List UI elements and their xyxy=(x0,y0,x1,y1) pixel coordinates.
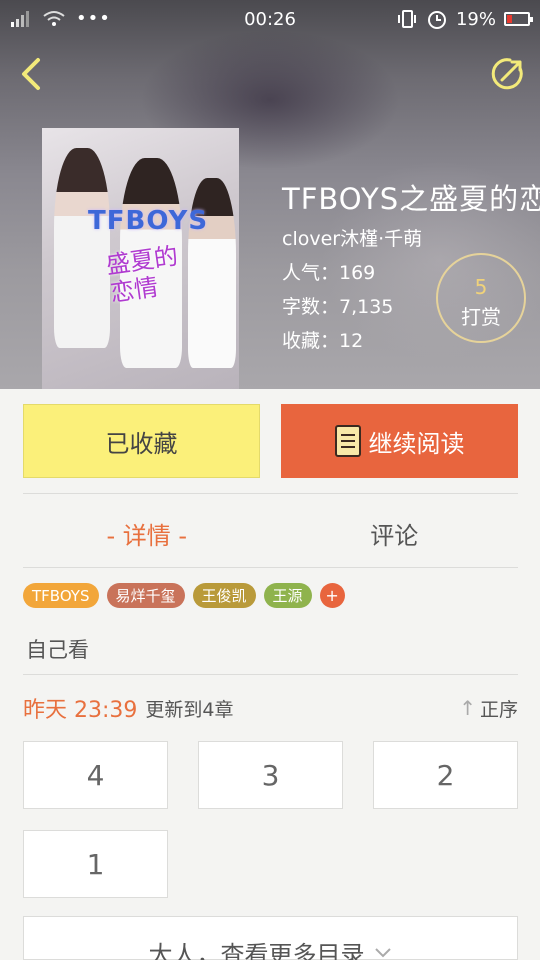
detail-tabs: - 详情 - 评论 xyxy=(23,500,518,566)
divider xyxy=(23,493,518,494)
favorited-button[interactable]: 已收藏 xyxy=(23,404,260,478)
favorites-count: 收藏：12 xyxy=(282,330,364,352)
tag-yiyangqianxi[interactable]: 易烊千玺 xyxy=(106,583,185,608)
tag-wangyuan[interactable]: 王源 xyxy=(263,583,312,608)
chevron-down-icon xyxy=(374,948,391,958)
update-info: 昨天 23:39 更新到4章 ↑ 正序 xyxy=(23,692,518,724)
tag-tfboys[interactable]: TFBOYS xyxy=(23,583,99,608)
battery-icon xyxy=(504,12,533,26)
add-tag-button[interactable]: + xyxy=(319,583,345,608)
more-chapters-label: 大人，查看更多目录 xyxy=(148,941,365,960)
popularity-count: 人气：169 xyxy=(282,262,376,284)
continue-reading-label: 继续阅读 xyxy=(368,429,465,458)
tip-count: 5 xyxy=(474,275,488,299)
tag-list: TFBOYS 易烊千玺 王俊凯 王源 + xyxy=(23,583,345,608)
cover-subtitle: 盛夏的恋情 xyxy=(104,241,180,308)
divider xyxy=(23,674,518,675)
vibrate-icon xyxy=(397,10,416,28)
cover-figure xyxy=(54,148,110,348)
arrow-up-icon: ↑ xyxy=(459,696,476,720)
chapter-button-2[interactable]: 2 xyxy=(373,741,518,809)
alarm-icon xyxy=(427,11,446,29)
continue-reading-button[interactable]: 继续阅读 xyxy=(281,404,518,478)
tip-button[interactable]: 5 打赏 xyxy=(436,253,526,343)
favorited-label: 已收藏 xyxy=(105,429,178,458)
tab-details[interactable]: - 详情 - xyxy=(23,500,271,566)
status-bar: ••• 00:26 19% xyxy=(0,0,540,38)
battery-percent: 19% xyxy=(455,8,496,30)
update-text: 更新到4章 xyxy=(145,698,234,721)
book-description: 自己看 xyxy=(26,638,89,662)
tab-comments[interactable]: 评论 xyxy=(271,500,519,566)
book-icon xyxy=(334,425,361,457)
book-title: TFBOYS之盛夏的恋 xyxy=(282,182,540,216)
book-header: ••• 00:26 19% TFBOYS 盛夏的恋情 TFBOYS之盛夏的恋 c… xyxy=(0,0,540,389)
sort-order-label: 正序 xyxy=(479,698,518,721)
word-count: 字数：7,135 xyxy=(282,296,394,318)
tag-wangjunkai[interactable]: 王俊凯 xyxy=(192,583,256,608)
update-time: 昨天 23:39 xyxy=(23,698,138,723)
author-name[interactable]: clover沐槿·千萌 xyxy=(282,222,422,256)
tip-label: 打赏 xyxy=(461,305,501,329)
chevron-left-icon[interactable] xyxy=(14,54,54,94)
chapter-button-1[interactable]: 1 xyxy=(23,830,168,898)
more-chapters-button[interactable]: 大人，查看更多目录 xyxy=(23,916,518,960)
chapter-button-4[interactable]: 4 xyxy=(23,741,168,809)
book-cover[interactable]: TFBOYS 盛夏的恋情 xyxy=(42,128,239,389)
book-meta: clover沐槿·千萌 人气：169 字数：7,135 收藏：12 xyxy=(282,222,422,358)
share-icon[interactable] xyxy=(488,54,528,94)
sort-order-button[interactable]: ↑ 正序 xyxy=(459,695,518,722)
cover-logo: TFBOYS xyxy=(88,206,209,236)
divider xyxy=(23,567,518,568)
chapter-button-3[interactable]: 3 xyxy=(198,741,343,809)
